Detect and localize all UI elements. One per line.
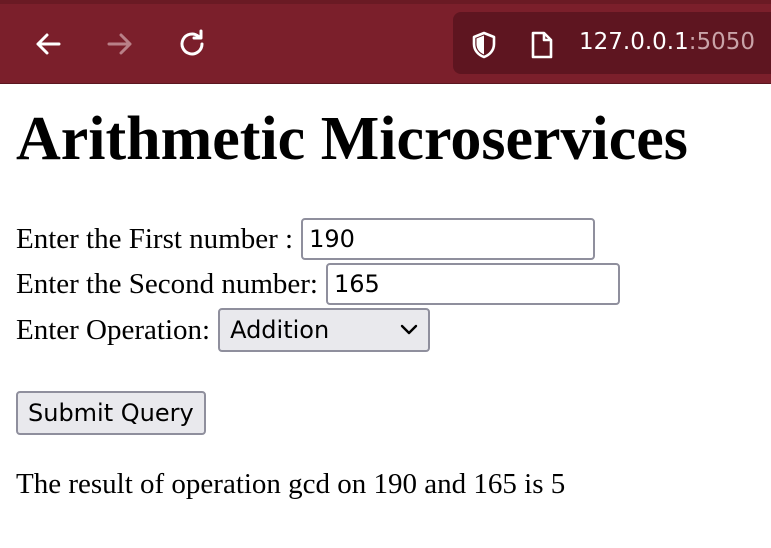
operation-row: Enter Operation: Addition <box>16 308 431 352</box>
forward-button[interactable] <box>98 22 142 66</box>
submit-button-label: Submit Query <box>28 399 194 427</box>
second-number-value: 165 <box>334 270 380 298</box>
reload-button[interactable] <box>170 22 214 66</box>
tab-strip-edge <box>0 0 771 4</box>
second-number-label: Enter the Second number: <box>16 267 318 300</box>
address-bar[interactable]: 127.0.0.1:5050 <box>453 12 771 74</box>
second-number-row: Enter the Second number: 165 <box>16 263 620 305</box>
reload-icon <box>180 29 204 56</box>
page-icon[interactable] <box>529 30 555 65</box>
arrow-left-icon <box>36 33 61 55</box>
first-number-value: 190 <box>309 225 355 253</box>
arrow-right-icon <box>107 33 132 55</box>
back-button[interactable] <box>26 22 70 66</box>
first-number-input[interactable]: 190 <box>301 218 596 260</box>
first-number-row: Enter the First number : 190 <box>16 218 596 260</box>
page-title: Arithmetic Microservices <box>16 105 688 173</box>
shield-icon[interactable] <box>469 30 499 65</box>
operation-select[interactable]: Addition <box>218 308 431 352</box>
url-text[interactable]: 127.0.0.1:5050 <box>579 29 755 55</box>
operation-label: Enter Operation: <box>16 313 211 346</box>
first-number-label: Enter the First number : <box>16 222 294 255</box>
browser-toolbar: 127.0.0.1:5050 <box>0 0 771 84</box>
url-host: 127.0.0.1 <box>579 29 689 55</box>
result-text: The result of operation gcd on 190 and 1… <box>16 468 566 500</box>
chevron-down-icon <box>400 324 418 335</box>
url-port: :5050 <box>688 29 756 55</box>
second-number-input[interactable]: 165 <box>326 263 620 305</box>
operation-selected-value: Addition <box>230 316 330 344</box>
submit-button[interactable]: Submit Query <box>16 391 206 435</box>
